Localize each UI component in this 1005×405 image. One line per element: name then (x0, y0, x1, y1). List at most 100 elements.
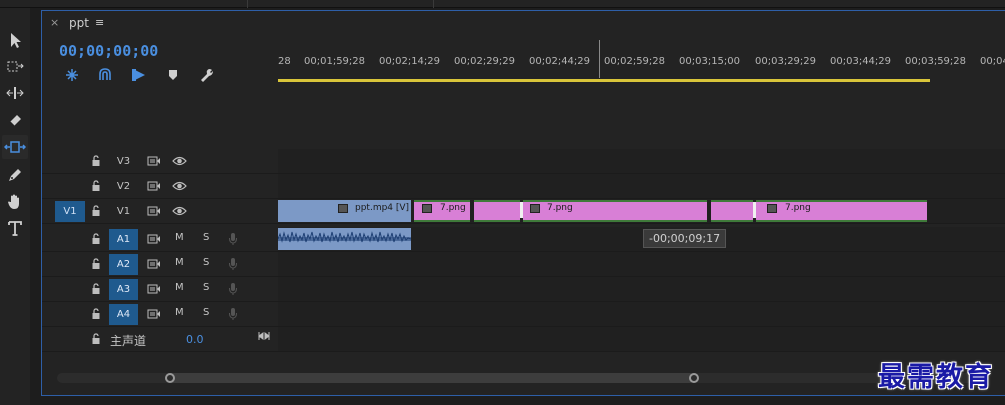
ruler-tick-label: 00;03;44;29 (830, 56, 892, 67)
linked-selection-icon[interactable] (96, 66, 114, 84)
lock-icon[interactable] (91, 333, 101, 345)
microphone-icon[interactable] (228, 307, 238, 321)
add-marker-icon[interactable] (130, 66, 148, 84)
image-clip[interactable]: 7.png (756, 200, 927, 222)
track-a1[interactable] (278, 227, 1005, 252)
lock-icon[interactable] (91, 155, 101, 167)
sync-lock-icon[interactable] (147, 206, 161, 216)
track-label[interactable]: A3 (109, 279, 138, 300)
eye-icon[interactable] (172, 156, 187, 166)
tools-panel (0, 8, 30, 405)
sync-lock-icon[interactable] (147, 156, 161, 166)
clip-label: 7.png (547, 203, 573, 213)
sequence-title[interactable]: ppt (69, 16, 89, 30)
panel-tab: × ppt ≡ (42, 11, 1005, 35)
ruler-tick-label: 00;04 (980, 56, 1005, 67)
track-master[interactable] (278, 327, 1005, 352)
zoom-handle-right[interactable] (689, 373, 699, 383)
wrench-icon[interactable] (197, 66, 215, 84)
track-select-icon[interactable] (2, 55, 28, 79)
cut-marker (520, 202, 523, 218)
playhead-timecode[interactable]: 00;00;00;00 (59, 42, 158, 60)
image-clip[interactable] (474, 200, 520, 222)
playhead[interactable] (599, 40, 600, 78)
lock-icon[interactable] (91, 283, 101, 295)
ruler-tick-label: 00;02;59;28 (604, 56, 666, 67)
master-volume-value[interactable]: 0.0 (186, 333, 204, 346)
image-clip[interactable] (711, 200, 753, 222)
mute-button[interactable]: M (175, 282, 184, 293)
track-label[interactable]: A1 (109, 229, 138, 250)
snap-icon[interactable] (63, 66, 81, 84)
solo-button[interactable]: S (203, 257, 209, 268)
microphone-icon[interactable] (228, 282, 238, 296)
clip-label: 7.png (440, 203, 466, 213)
ruler-tick-label: 00;01;59;28 (304, 56, 366, 67)
pen-icon[interactable] (2, 163, 28, 187)
fx-badge-icon (338, 204, 348, 213)
ripple-edit-icon[interactable] (2, 81, 28, 105)
lock-icon[interactable] (91, 258, 101, 270)
solo-button[interactable]: S (203, 307, 209, 318)
ruler-tick-label: 00;02;44;29 (529, 56, 591, 67)
track-label[interactable]: A4 (109, 304, 138, 325)
sync-lock-icon[interactable] (147, 259, 161, 269)
image-clip[interactable]: 7.png (523, 200, 707, 222)
ruler-tick-label: 00;03;59;28 (905, 56, 967, 67)
track-label[interactable]: V2 (109, 176, 138, 197)
track-a3[interactable] (278, 277, 1005, 302)
work-area-bar[interactable] (278, 79, 930, 82)
image-clip[interactable]: 7.png (414, 200, 470, 222)
solo-button[interactable]: S (203, 282, 209, 293)
lock-icon[interactable] (91, 205, 101, 217)
marker-icon[interactable] (164, 66, 182, 84)
scrollbar-thumb[interactable] (165, 373, 695, 383)
track-label[interactable]: A2 (109, 254, 138, 275)
solo-button[interactable]: S (203, 232, 209, 243)
zoom-handle-left[interactable] (165, 373, 175, 383)
track-header-a4: A4 M S (42, 302, 278, 327)
type-tool-icon[interactable] (2, 216, 28, 240)
timeline-panel: × ppt ≡ 00;00;00;00 28 00;01;59;28 00;02… (41, 10, 1005, 396)
panel-menu-icon[interactable]: ≡ (95, 16, 104, 29)
track-a2[interactable] (278, 252, 1005, 277)
eye-icon[interactable] (172, 181, 187, 191)
track-header-master: 主声道 0.0 (42, 327, 278, 352)
lock-icon[interactable] (91, 233, 101, 245)
sync-lock-icon[interactable] (147, 234, 161, 244)
track-v3[interactable] (278, 149, 1005, 174)
mute-button[interactable]: M (175, 232, 184, 243)
sync-lock-icon[interactable] (147, 284, 161, 294)
eye-icon[interactable] (172, 206, 187, 216)
track-v2[interactable] (278, 174, 1005, 199)
clip-label: ppt.mp4 [V] (355, 203, 410, 213)
mute-button[interactable]: M (175, 257, 184, 268)
sync-lock-icon[interactable] (147, 181, 161, 191)
track-v1[interactable]: ppt.mp4 [V] 7.png 7.png 7.png (278, 199, 1005, 224)
audio-clip[interactable] (278, 228, 411, 250)
video-clip[interactable]: ppt.mp4 [V] (278, 200, 411, 222)
track-label[interactable]: V3 (109, 151, 138, 172)
source-patch-v1[interactable]: V1 (55, 201, 85, 222)
hand-icon[interactable] (2, 189, 28, 213)
lock-icon[interactable] (91, 180, 101, 192)
top-strip (0, 0, 1005, 8)
close-tab-button[interactable]: × (50, 16, 59, 29)
microphone-icon[interactable] (228, 257, 238, 271)
lock-icon[interactable] (91, 308, 101, 320)
ruler-tick-label: 00;02;14;29 (379, 56, 441, 67)
track-a4[interactable] (278, 302, 1005, 327)
slip-tool-icon[interactable] (2, 135, 28, 159)
premiere-window: × ppt ≡ 00;00;00;00 28 00;01;59;28 00;02… (0, 0, 1005, 405)
time-ruler[interactable]: 28 00;01;59;28 00;02;14;29 00;02;29;29 0… (278, 36, 1005, 93)
sync-lock-icon[interactable] (147, 309, 161, 319)
track-label[interactable]: V1 (109, 201, 138, 222)
divider (433, 0, 434, 8)
selection-tool-icon[interactable] (2, 28, 28, 52)
watermark-logo: 最需教育 (878, 362, 994, 393)
microphone-icon[interactable] (228, 232, 238, 246)
mute-button[interactable]: M (175, 307, 184, 318)
track-header-v3: V3 (42, 149, 278, 174)
keyframe-nav-icon[interactable] (258, 331, 270, 341)
razor-icon[interactable] (2, 108, 28, 132)
